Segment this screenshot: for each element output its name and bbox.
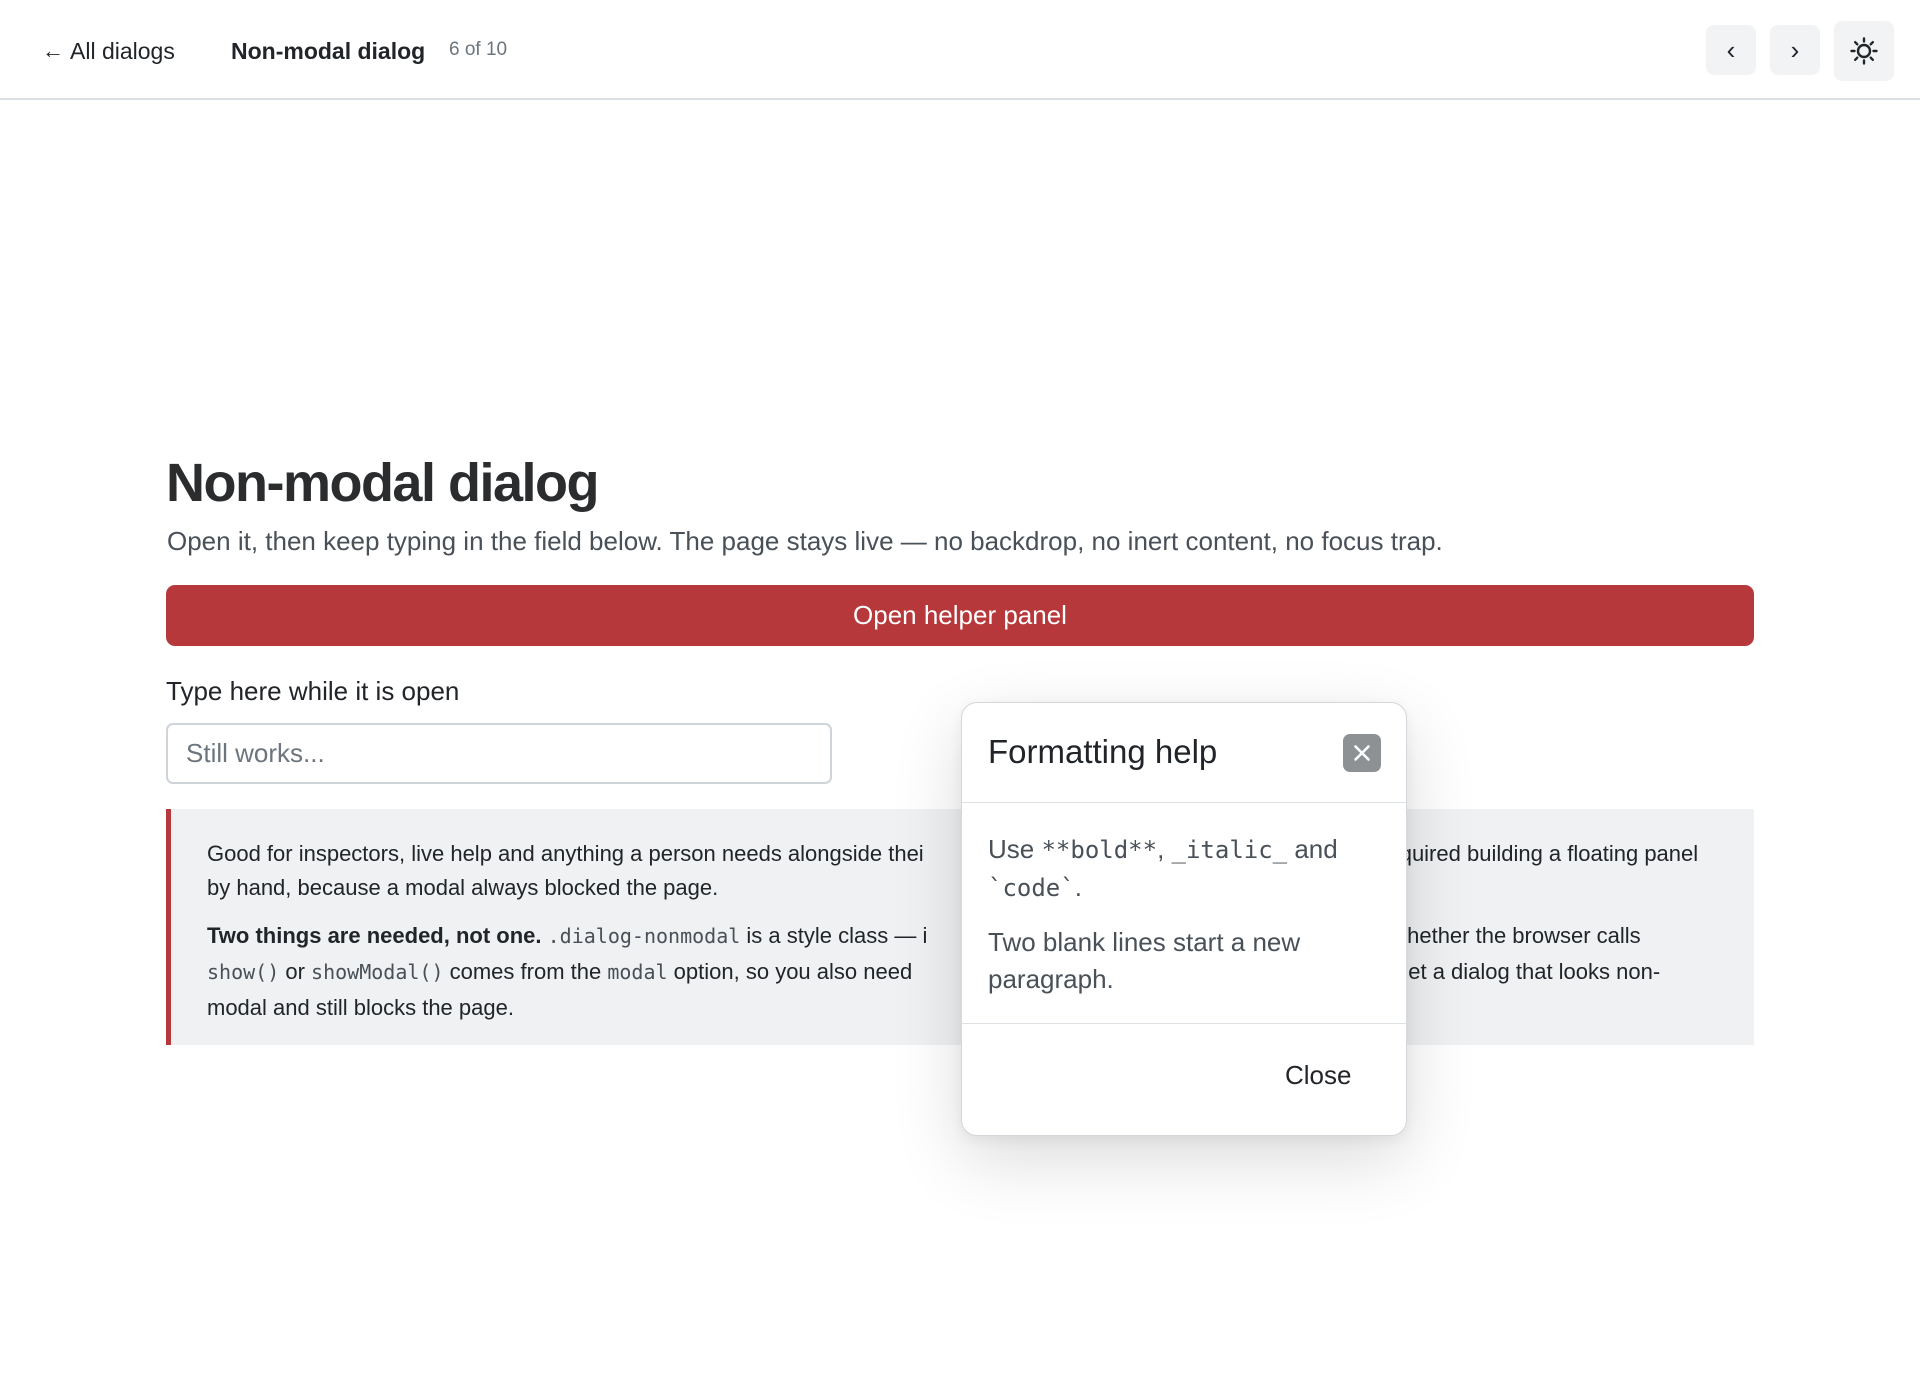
- dialog-code-italic: _italic_: [1171, 836, 1288, 864]
- dialog-body-paragraph-1: Use **bold**, _italic_ and `code`.: [988, 831, 1378, 907]
- current-dialog-title: Non-modal dialog: [231, 37, 426, 64]
- dialog-comma: ,: [1157, 834, 1172, 864]
- dialog-code-code: `code`: [988, 874, 1075, 902]
- sun-icon: [1850, 37, 1878, 65]
- open-helper-panel-button[interactable]: Open helper panel: [166, 585, 1754, 646]
- chevron-left-icon: ‹: [1726, 34, 1736, 65]
- dialog-code-bold: **bold**: [1041, 836, 1158, 864]
- dialog-title: Formatting help: [988, 733, 1218, 770]
- top-bar: ← All dialogs Non-modal dialog 6 of 10 ‹…: [0, 0, 1920, 100]
- back-link-label: All dialogs: [70, 37, 175, 64]
- dialog-body: Use **bold**, _italic_ and `code`. Two b…: [988, 831, 1378, 998]
- arrow-left-icon: ←: [42, 38, 64, 63]
- dialog-period: .: [1074, 872, 1082, 902]
- field-label: Type here while it is open: [166, 676, 460, 706]
- dialog-close-x-button[interactable]: [1343, 734, 1381, 772]
- dialog-header: Formatting help: [962, 703, 1406, 803]
- dialog-position-counter: 6 of 10: [449, 39, 508, 60]
- page-lead: Open it, then keep typing in the field b…: [167, 526, 1443, 556]
- type-here-input[interactable]: [166, 723, 832, 784]
- note-code-dialog-nonmodal: .dialog-nonmodal: [547, 924, 741, 948]
- info-note: Good for inspectors, live help and anyth…: [166, 809, 1754, 1045]
- note-code-show: show(): [207, 960, 280, 984]
- dialog-close-button[interactable]: Close: [1285, 1060, 1351, 1091]
- note-p2-text-4: comes from the: [443, 959, 608, 984]
- dialog-and: and: [1287, 834, 1338, 864]
- note-code-showmodal: showModal(): [311, 960, 444, 984]
- note-p2-text-5: option, so you also need: [667, 959, 919, 984]
- note-p1-text: Good for inspectors, live help and anyth…: [207, 841, 924, 866]
- note-code-modal: modal: [607, 960, 668, 984]
- note-p2-text-3: or: [279, 959, 312, 984]
- note-strong: Two things are needed, not one.: [207, 923, 542, 948]
- back-to-all-dialogs-link[interactable]: ← All dialogs: [42, 36, 175, 66]
- dialog-body-paragraph-2: Two blank lines start a new paragraph.: [988, 927, 1301, 994]
- close-icon: [1354, 745, 1370, 761]
- previous-button[interactable]: ‹: [1706, 25, 1756, 75]
- note-p2-text-1: is a style class — i: [740, 923, 928, 948]
- page-title: Non-modal dialog: [166, 453, 599, 513]
- chevron-right-icon: ›: [1790, 34, 1800, 65]
- theme-toggle-button[interactable]: [1834, 21, 1894, 81]
- dialog-use-text: Use: [988, 834, 1042, 864]
- next-button[interactable]: ›: [1770, 25, 1820, 75]
- note-p2-text-2: Whether the browser calls: [1386, 923, 1641, 948]
